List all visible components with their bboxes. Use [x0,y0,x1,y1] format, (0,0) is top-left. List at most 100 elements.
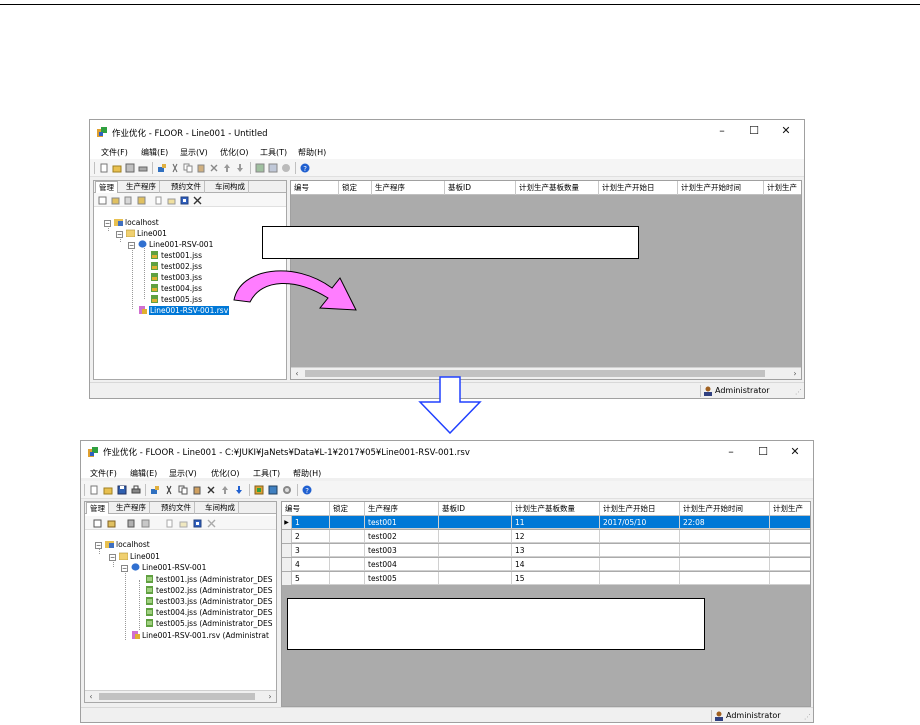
cell-start-date[interactable] [600,544,680,557]
paste-icon[interactable] [141,519,150,528]
column-header-more[interactable]: 计划生产 [770,502,810,516]
cell-more[interactable] [770,558,810,571]
open-folder-icon[interactable] [103,485,113,495]
cell-board-id[interactable] [439,530,512,543]
cell-start-date[interactable]: 2017/05/10 [600,516,680,529]
chart-icon[interactable] [268,485,278,495]
open-folder-icon[interactable] [112,163,122,173]
new-file-icon[interactable] [154,196,163,205]
menu-view[interactable]: 显示(V) [169,468,197,479]
cell-start-date[interactable] [600,530,680,543]
cell-quantity[interactable]: 13 [512,544,600,557]
copy-icon[interactable] [127,519,136,528]
tree-node-localhost[interactable]: localhost [105,539,150,550]
move-up-icon[interactable] [220,485,230,495]
close-button[interactable]: ✕ [781,441,809,463]
cell-lock[interactable] [330,572,365,585]
export-icon[interactable] [180,196,189,205]
column-header-program[interactable]: 生产程序 [372,181,445,195]
tab-management[interactable]: 管理 [86,502,109,514]
cell-no[interactable]: 2 [292,530,330,543]
tree-node-line[interactable]: Line001 [119,551,160,562]
cell-more[interactable] [770,572,810,585]
add-item-icon[interactable] [157,163,167,173]
delete-icon[interactable] [207,519,216,528]
collapse-toggle[interactable]: − [104,220,111,227]
cell-start-time[interactable] [680,572,770,585]
print-icon[interactable] [131,485,141,495]
tree-node-file[interactable]: test002.jss [150,261,202,272]
move-up-icon[interactable] [222,163,232,173]
cell-lock[interactable] [330,558,365,571]
tree-node-rsv[interactable]: Line001-RSV-001 [131,562,206,573]
column-header-program[interactable]: 生产程序 [365,502,439,516]
column-header-board-id[interactable]: 基板ID [439,502,512,516]
row-header[interactable] [282,544,292,557]
cut-icon[interactable] [170,163,180,173]
column-header-start-time[interactable]: 计划生产开始时间 [680,502,770,516]
delete-icon[interactable] [209,163,219,173]
column-header-quantity[interactable]: 计划生产基板数量 [512,502,600,516]
paste-icon[interactable] [192,485,202,495]
row-header[interactable] [282,572,292,585]
menu-tools[interactable]: 工具(T) [260,147,287,158]
table-row[interactable]: 3 test003 13 [282,544,810,557]
minimize-button[interactable]: – [717,441,745,463]
table-row[interactable]: 4 test004 14 [282,558,810,571]
column-header-no[interactable]: 编号 [282,502,330,516]
cell-no[interactable]: 3 [292,544,330,557]
scroll-right-arrow[interactable]: › [264,691,276,703]
tree-node-localhost[interactable]: localhost [114,217,159,228]
menu-tools[interactable]: 工具(T) [253,468,280,479]
cell-no[interactable]: 1 [292,516,330,529]
scroll-thumb[interactable] [305,370,765,377]
delete-icon[interactable] [206,485,216,495]
menu-optimize[interactable]: 优化(O) [211,468,240,479]
tree-node-file[interactable]: test002.jss (Administrator_DES [145,585,272,596]
cell-no[interactable]: 4 [292,558,330,571]
tree-node-file[interactable]: test004.jss [150,283,202,294]
collapse-toggle[interactable]: − [128,242,135,249]
column-header-lock[interactable]: 锁定 [339,181,372,195]
table-row[interactable]: 2 test002 12 [282,530,810,543]
tree-node-file[interactable]: test005.jss (Administrator_DES [145,618,272,629]
cell-lock[interactable] [330,544,365,557]
cell-start-time[interactable] [680,544,770,557]
paste-icon[interactable] [137,196,146,205]
table-row[interactable]: 5 test005 15 [282,572,810,585]
column-header-no[interactable]: 编号 [291,181,339,195]
collapse-toggle[interactable]: − [121,565,128,572]
menu-file[interactable]: 文件(F) [90,468,117,479]
scroll-thumb[interactable] [99,693,255,700]
cell-quantity[interactable]: 14 [512,558,600,571]
maximize-button[interactable]: ☐ [740,120,768,142]
cell-board-id[interactable] [439,544,512,557]
save-icon[interactable] [117,485,127,495]
left-horizontal-scrollbar[interactable]: ‹ › [85,690,276,702]
chart-icon[interactable] [268,163,278,173]
new-icon[interactable] [99,163,109,173]
new-file-icon[interactable] [165,519,174,528]
cell-program[interactable]: test005 [365,572,439,585]
tree-node-file[interactable]: test001.jss [150,250,202,261]
cell-lock[interactable] [330,530,365,543]
maximize-button[interactable]: ☐ [749,441,777,463]
cell-start-time[interactable]: 22:08 [680,516,770,529]
tab-workshop-structure[interactable]: 车间构成 [202,502,239,514]
copy-icon[interactable] [183,163,193,173]
cell-board-id[interactable] [439,558,512,571]
tab-workshop-structure[interactable]: 车间构成 [212,181,249,193]
collapse-toggle[interactable]: − [95,542,102,549]
refresh-icon[interactable] [281,163,291,173]
menu-edit[interactable]: 编辑(E) [130,468,157,479]
cell-lock[interactable] [330,516,365,529]
menu-help[interactable]: 帮助(H) [293,468,321,479]
menu-file[interactable]: 文件(F) [101,147,128,158]
collapse-toggle[interactable]: − [116,231,123,238]
tree-node-file[interactable]: test004.jss (Administrator_DES [145,607,272,618]
tree-node-rsv-file[interactable]: Line001-RSV-001.rsv (Administrat [131,630,269,641]
column-header-start-date[interactable]: 计划生产开始日 [599,181,678,195]
tab-reservation-file[interactable]: 预约文件 [168,181,205,193]
scroll-left-arrow[interactable]: ‹ [291,368,303,379]
cell-quantity[interactable]: 15 [512,572,600,585]
